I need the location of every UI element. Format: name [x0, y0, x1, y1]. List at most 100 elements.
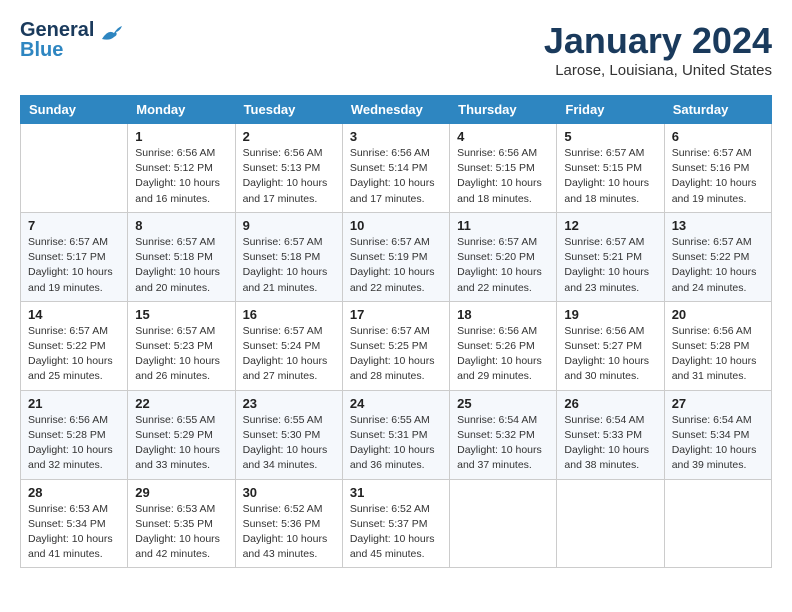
day-info: Sunrise: 6:55 AM Sunset: 5:30 PM Dayligh… — [243, 413, 335, 474]
day-number: 29 — [135, 485, 227, 500]
day-info: Sunrise: 6:57 AM Sunset: 5:18 PM Dayligh… — [135, 235, 227, 296]
calendar-cell: 2Sunrise: 6:56 AM Sunset: 5:13 PM Daylig… — [235, 124, 342, 213]
calendar-week-5: 28 Sunrise: 6:53 AM Sunset: 5:34 PM Dayli… — [21, 479, 772, 568]
calendar-cell: 9 Sunrise: 6:57 AM Sunset: 5:18 PM Daylig… — [235, 212, 342, 301]
calendar-cell: 11 Sunrise: 6:57 AM Sunset: 5:20 PM Dayli… — [450, 212, 557, 301]
calendar-cell: 4 Sunrise: 6:56 AM Sunset: 5:15 PM Daylig… — [450, 124, 557, 213]
calendar-cell: 26 Sunrise: 6:54 AM Sunset: 5:33 PM Dayli… — [557, 390, 664, 479]
day-number: 20 — [672, 307, 764, 322]
calendar-cell: 15Sunrise: 6:57 AM Sunset: 5:23 PM Dayli… — [128, 301, 235, 390]
day-info: Sunrise: 6:57 AM Sunset: 5:18 PM Dayligh… — [243, 235, 335, 296]
calendar-cell: 28 Sunrise: 6:53 AM Sunset: 5:34 PM Dayli… — [21, 479, 128, 568]
day-info: Sunrise: 6:52 AM Sunset: 5:37 PM Dayligh… — [350, 502, 442, 563]
day-info: Sunrise: 6:55 AM Sunset: 5:31 PM Dayligh… — [350, 413, 442, 474]
calendar-week-3: 14Sunrise: 6:57 AM Sunset: 5:22 PM Dayli… — [21, 301, 772, 390]
day-number: 4 — [457, 129, 549, 144]
day-info: Sunrise: 6:52 AM Sunset: 5:36 PM Dayligh… — [243, 502, 335, 563]
calendar-cell: 31 Sunrise: 6:52 AM Sunset: 5:37 PM Dayli… — [342, 479, 449, 568]
calendar-cell: 29 Sunrise: 6:53 AM Sunset: 5:35 PM Dayli… — [128, 479, 235, 568]
calendar-cell: 19Sunrise: 6:56 AM Sunset: 5:27 PM Dayli… — [557, 301, 664, 390]
month-title: January 2024 — [544, 20, 772, 62]
calendar-cell: 16 Sunrise: 6:57 AM Sunset: 5:24 PM Dayli… — [235, 301, 342, 390]
day-number: 1 — [135, 129, 227, 144]
day-number: 28 — [28, 485, 120, 500]
calendar-cell — [21, 124, 128, 213]
calendar-cell: 12 Sunrise: 6:57 AM Sunset: 5:21 PM Dayli… — [557, 212, 664, 301]
calendar-cell: 20 Sunrise: 6:56 AM Sunset: 5:28 PM Dayli… — [664, 301, 771, 390]
calendar-cell: 22Sunrise: 6:55 AM Sunset: 5:29 PM Dayli… — [128, 390, 235, 479]
day-info: Sunrise: 6:55 AM Sunset: 5:29 PM Dayligh… — [135, 413, 227, 474]
day-number: 7 — [28, 218, 120, 233]
day-header-thursday: Thursday — [450, 96, 557, 124]
days-header-row: SundayMondayTuesdayWednesdayThursdayFrid… — [21, 96, 772, 124]
calendar-cell: 21Sunrise: 6:56 AM Sunset: 5:28 PM Dayli… — [21, 390, 128, 479]
calendar-cell: 5Sunrise: 6:57 AM Sunset: 5:15 PM Daylig… — [557, 124, 664, 213]
day-number: 31 — [350, 485, 442, 500]
day-number: 18 — [457, 307, 549, 322]
day-info: Sunrise: 6:57 AM Sunset: 5:20 PM Dayligh… — [457, 235, 549, 296]
calendar-cell: 1Sunrise: 6:56 AM Sunset: 5:12 PM Daylig… — [128, 124, 235, 213]
calendar-cell: 25Sunrise: 6:54 AM Sunset: 5:32 PM Dayli… — [450, 390, 557, 479]
calendar-cell: 30 Sunrise: 6:52 AM Sunset: 5:36 PM Dayli… — [235, 479, 342, 568]
day-info: Sunrise: 6:56 AM Sunset: 5:15 PM Dayligh… — [457, 146, 549, 207]
calendar-cell: 14Sunrise: 6:57 AM Sunset: 5:22 PM Dayli… — [21, 301, 128, 390]
logo-general: General — [20, 20, 94, 40]
calendar-week-2: 7Sunrise: 6:57 AM Sunset: 5:17 PM Daylig… — [21, 212, 772, 301]
day-info: Sunrise: 6:56 AM Sunset: 5:28 PM Dayligh… — [672, 324, 764, 385]
day-info: Sunrise: 6:57 AM Sunset: 5:16 PM Dayligh… — [672, 146, 764, 207]
day-header-wednesday: Wednesday — [342, 96, 449, 124]
calendar-cell — [557, 479, 664, 568]
day-header-monday: Monday — [128, 96, 235, 124]
day-info: Sunrise: 6:54 AM Sunset: 5:33 PM Dayligh… — [564, 413, 656, 474]
calendar-cell: 8 Sunrise: 6:57 AM Sunset: 5:18 PM Daylig… — [128, 212, 235, 301]
day-info: Sunrise: 6:57 AM Sunset: 5:19 PM Dayligh… — [350, 235, 442, 296]
day-number: 27 — [672, 396, 764, 411]
calendar-body: 1Sunrise: 6:56 AM Sunset: 5:12 PM Daylig… — [21, 124, 772, 568]
logo-blue: Blue — [20, 40, 94, 60]
day-number: 26 — [564, 396, 656, 411]
day-number: 12 — [564, 218, 656, 233]
day-number: 13 — [672, 218, 764, 233]
day-number: 16 — [243, 307, 335, 322]
day-info: Sunrise: 6:54 AM Sunset: 5:32 PM Dayligh… — [457, 413, 549, 474]
day-info: Sunrise: 6:57 AM Sunset: 5:24 PM Dayligh… — [243, 324, 335, 385]
day-number: 14 — [28, 307, 120, 322]
day-info: Sunrise: 6:56 AM Sunset: 5:26 PM Dayligh… — [457, 324, 549, 385]
day-info: Sunrise: 6:56 AM Sunset: 5:14 PM Dayligh… — [350, 146, 442, 207]
day-number: 8 — [135, 218, 227, 233]
calendar-cell: 10 Sunrise: 6:57 AM Sunset: 5:19 PM Dayli… — [342, 212, 449, 301]
calendar-cell: 23 Sunrise: 6:55 AM Sunset: 5:30 PM Dayli… — [235, 390, 342, 479]
day-number: 19 — [564, 307, 656, 322]
day-info: Sunrise: 6:57 AM Sunset: 5:15 PM Dayligh… — [564, 146, 656, 207]
day-header-tuesday: Tuesday — [235, 96, 342, 124]
day-number: 6 — [672, 129, 764, 144]
day-info: Sunrise: 6:54 AM Sunset: 5:34 PM Dayligh… — [672, 413, 764, 474]
calendar-cell — [664, 479, 771, 568]
day-number: 23 — [243, 396, 335, 411]
logo-bird-icon — [100, 25, 122, 43]
day-header-friday: Friday — [557, 96, 664, 124]
title-block: January 2024 Larose, Louisiana, United S… — [544, 20, 772, 79]
day-number: 17 — [350, 307, 442, 322]
calendar-week-4: 21Sunrise: 6:56 AM Sunset: 5:28 PM Dayli… — [21, 390, 772, 479]
day-number: 30 — [243, 485, 335, 500]
day-number: 21 — [28, 396, 120, 411]
day-number: 10 — [350, 218, 442, 233]
calendar-cell: 27 Sunrise: 6:54 AM Sunset: 5:34 PM Dayli… — [664, 390, 771, 479]
day-number: 3 — [350, 129, 442, 144]
day-header-saturday: Saturday — [664, 96, 771, 124]
day-number: 9 — [243, 218, 335, 233]
day-info: Sunrise: 6:56 AM Sunset: 5:13 PM Dayligh… — [243, 146, 335, 207]
calendar-week-1: 1Sunrise: 6:56 AM Sunset: 5:12 PM Daylig… — [21, 124, 772, 213]
day-number: 15 — [135, 307, 227, 322]
day-info: Sunrise: 6:57 AM Sunset: 5:21 PM Dayligh… — [564, 235, 656, 296]
day-number: 11 — [457, 218, 549, 233]
day-info: Sunrise: 6:57 AM Sunset: 5:25 PM Dayligh… — [350, 324, 442, 385]
calendar-cell: 17 Sunrise: 6:57 AM Sunset: 5:25 PM Dayli… — [342, 301, 449, 390]
calendar-cell: 3 Sunrise: 6:56 AM Sunset: 5:14 PM Daylig… — [342, 124, 449, 213]
day-info: Sunrise: 6:57 AM Sunset: 5:22 PM Dayligh… — [672, 235, 764, 296]
day-info: Sunrise: 6:53 AM Sunset: 5:34 PM Dayligh… — [28, 502, 120, 563]
day-info: Sunrise: 6:53 AM Sunset: 5:35 PM Dayligh… — [135, 502, 227, 563]
calendar-cell: 6 Sunrise: 6:57 AM Sunset: 5:16 PM Daylig… — [664, 124, 771, 213]
day-number: 24 — [350, 396, 442, 411]
